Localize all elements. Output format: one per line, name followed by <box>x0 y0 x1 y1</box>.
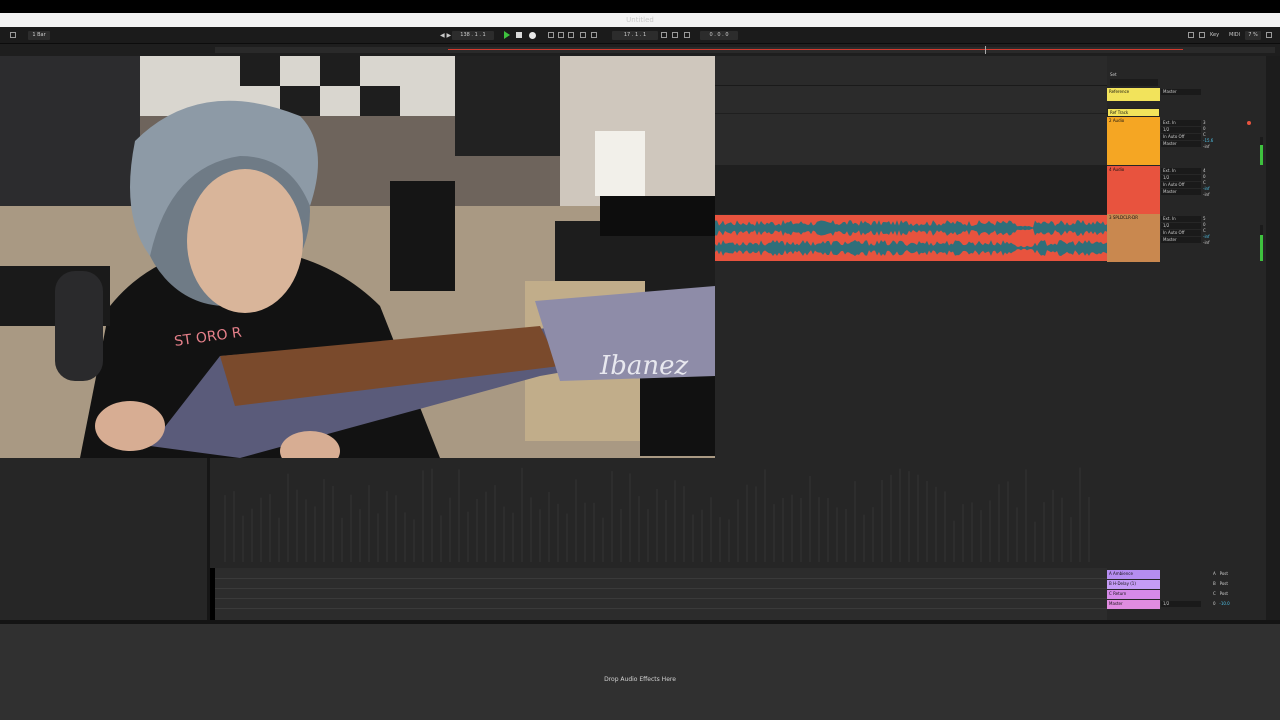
record-icon[interactable] <box>529 32 536 39</box>
track-2-mixer[interactable]: 3 0 C -15.6 -inf <box>1203 120 1263 150</box>
view-toggle-buttons[interactable] <box>1110 79 1158 86</box>
browser-panel[interactable] <box>0 458 210 620</box>
track-lane-4-audio[interactable] <box>715 166 1107 214</box>
key-map-button[interactable]: Key <box>1210 31 1219 40</box>
overview-playhead <box>985 46 986 54</box>
track-header-2-audio[interactable]: 2 Audio <box>1107 117 1160 165</box>
arrangement-grid <box>224 467 1090 562</box>
letterbox-top <box>0 0 1280 13</box>
guitar-brand-text: Ibanez <box>599 351 689 381</box>
record-arm-icon[interactable] <box>1247 121 1251 125</box>
track-lane-2-audio[interactable] <box>715 114 1107 166</box>
return-lane-divider <box>215 598 1107 599</box>
track-header-4-audio[interactable]: 4 Audio <box>1107 166 1160 214</box>
window-title: Untitled <box>0 13 1280 27</box>
master-header[interactable]: Master <box>1107 600 1160 609</box>
tempo-field[interactable]: 138 . 1 . 1 <box>452 31 494 40</box>
return-lane-divider <box>215 588 1107 589</box>
audio-clip[interactable] <box>715 215 1107 261</box>
cpu-meter: 7 % <box>1245 31 1261 40</box>
session-record-icon[interactable] <box>591 32 597 38</box>
reference-output-select[interactable]: Master <box>1161 89 1201 95</box>
return-a-header[interactable]: A Ambience <box>1107 570 1160 579</box>
input-type-select[interactable]: Ext. In <box>1161 216 1201 222</box>
track-4-io[interactable]: Ext. In 1/2 In Auto Off Master <box>1161 168 1201 196</box>
clip-waveform-left <box>715 220 1107 236</box>
return-a-row[interactable]: A Post <box>1213 571 1263 581</box>
return-c-row[interactable]: C Post <box>1213 591 1263 601</box>
track-lane-reference[interactable] <box>715 86 1107 114</box>
monitor-switch[interactable]: In Auto Off <box>1161 182 1201 188</box>
return-b-row[interactable]: B Post <box>1213 581 1263 591</box>
return-tracks-lanes[interactable] <box>215 568 1107 620</box>
track-3-mixer[interactable]: 5 0 C -inf -inf <box>1203 216 1263 246</box>
overdub-icon[interactable] <box>548 32 554 38</box>
output-select[interactable]: Master <box>1161 237 1201 243</box>
reenable-automation-icon[interactable] <box>568 32 574 38</box>
stop-icon[interactable] <box>516 32 522 38</box>
master-io[interactable]: 1/2 <box>1161 601 1201 608</box>
track-2-io[interactable]: Ext. In 1/2 In Auto Off Master <box>1161 120 1201 148</box>
master-row[interactable]: 0 -10.0 <box>1213 601 1263 611</box>
return-lane-divider <box>215 578 1107 579</box>
set-label: Set <box>1110 72 1117 77</box>
track-header-reference[interactable]: Reference <box>1107 88 1160 101</box>
return-lane-divider <box>215 608 1107 609</box>
play-icon[interactable] <box>504 31 510 39</box>
track-4-mixer[interactable]: 4 0 C -inf -inf <box>1203 168 1263 198</box>
track-header-3-spldclr-dr[interactable]: 3 SPLDCLR-DR <box>1107 214 1160 262</box>
punch-icon[interactable] <box>684 32 690 38</box>
output-select[interactable]: Master <box>1161 141 1201 147</box>
capture-icon[interactable] <box>580 32 586 38</box>
metronome-icon[interactable] <box>10 32 16 38</box>
mixer-side-strip <box>1266 56 1280 620</box>
quantize-select[interactable]: 1 Bar <box>28 31 50 40</box>
master-output-select[interactable]: 1/2 <box>1161 601 1201 607</box>
track-header-ref-track[interactable]: Ref Track <box>1107 108 1160 117</box>
loop-length-field[interactable]: 0 . 0 . 0 <box>700 31 738 40</box>
control-bar: 1 Bar ◀ ▶ 138 . 1 . 1 17 . 1 . 1 0 . 0 .… <box>0 27 1280 44</box>
arrangement-overview[interactable] <box>0 44 1280 56</box>
position-field[interactable]: 17 . 1 . 1 <box>612 31 658 40</box>
overview-clip-region <box>448 49 1183 50</box>
return-b-header[interactable]: B H-Delay (1) <box>1107 580 1160 589</box>
reference-io[interactable]: Master <box>1161 89 1201 96</box>
drop-effects-hint: Drop Audio Effects Here <box>604 676 676 683</box>
arrow-left-icon[interactable]: ◀ ▶ <box>440 31 451 40</box>
webcam-overlay: Ibanez ST ORO R <box>0 56 715 458</box>
monitor-switch[interactable]: In Auto Off <box>1161 230 1201 236</box>
input-channel-select[interactable]: 1/2 <box>1161 223 1201 229</box>
midi-map-button[interactable]: MIDI <box>1229 31 1240 40</box>
automation-arm-icon[interactable] <box>558 32 564 38</box>
input-type-select[interactable]: Ext. In <box>1161 120 1201 126</box>
send-field[interactable]: -inf <box>1203 144 1263 150</box>
keyboard-icon[interactable] <box>1199 32 1205 38</box>
pencil-icon[interactable] <box>1188 32 1194 38</box>
input-type-select[interactable]: Ext. In <box>1161 168 1201 174</box>
input-channel-select[interactable]: 1/2 <box>1161 175 1201 181</box>
webcam-video-image: Ibanez ST ORO R <box>0 56 715 458</box>
monitor-switch[interactable]: In Auto Off <box>1161 134 1201 140</box>
track-3-level-meter <box>1260 225 1263 261</box>
draw-mode-icon[interactable] <box>661 32 667 38</box>
send-field[interactable]: -inf <box>1203 240 1263 246</box>
clip-waveform-right <box>715 240 1107 256</box>
output-select[interactable]: Master <box>1161 189 1201 195</box>
device-detail-view[interactable]: Drop Audio Effects Here <box>0 620 1280 720</box>
returns-mixer[interactable]: A Post B Post C Post 0 -10.0 <box>1213 571 1263 611</box>
midi-indicator-icon <box>1266 32 1272 38</box>
beat-time-ruler[interactable] <box>715 56 1107 86</box>
input-channel-select[interactable]: 1/2 <box>1161 127 1201 133</box>
return-c-header[interactable]: C Return <box>1107 590 1160 599</box>
send-field[interactable]: -inf <box>1203 192 1263 198</box>
overview-track <box>215 47 1275 53</box>
track-2-level-meter <box>1260 137 1263 165</box>
loop-icon[interactable] <box>672 32 678 38</box>
track-3-io[interactable]: Ext. In 1/2 In Auto Off Master <box>1161 216 1201 244</box>
